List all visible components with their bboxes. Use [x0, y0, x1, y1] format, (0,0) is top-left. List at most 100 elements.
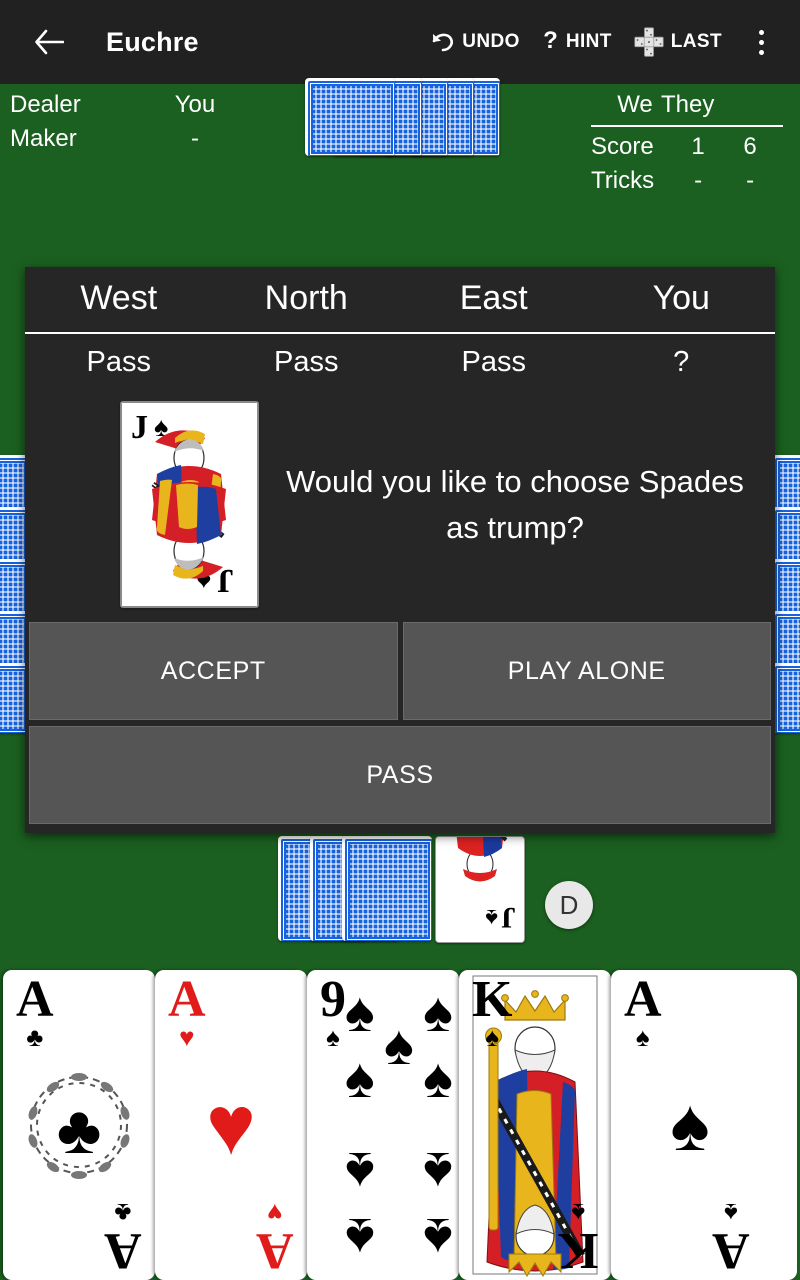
bidding-dialog: West North East You Pass Pass Pass ? J ♠… — [25, 267, 775, 833]
dealer-value: You — [174, 91, 216, 118]
hint-label: HINT — [565, 31, 612, 52]
dealer-label: Dealer — [10, 91, 81, 118]
more-vertical-icon[interactable] — [744, 20, 778, 64]
card-suit-icon: ♠ — [326, 1022, 340, 1052]
svg-text:♣: ♣ — [57, 1092, 102, 1168]
card-back — [772, 663, 800, 733]
dealer-row: Dealer You — [10, 88, 235, 122]
card-back — [342, 836, 432, 941]
card-rank: K — [472, 971, 513, 1028]
card-back — [0, 663, 28, 733]
card-suit-icon: ♥ — [267, 1198, 283, 1228]
accept-button[interactable]: ACCEPT — [29, 622, 398, 720]
app-bar: Euchre UNDO ? HINT LAST — [0, 0, 800, 84]
card-corner-index-bottom: A ♥ — [256, 1198, 294, 1279]
svg-text:J: J — [131, 409, 148, 446]
card-corner-index-bottom: A ♣ — [104, 1198, 142, 1279]
card-pip: ♠ — [384, 1013, 414, 1076]
svg-text:J: J — [501, 901, 516, 934]
hand-card-king-spades[interactable]: K ♠ K ♠ — [459, 970, 611, 1280]
last-trick-button[interactable]: LAST — [634, 27, 722, 57]
card-suit-icon: ♠ — [570, 1198, 585, 1228]
card-rank: A — [168, 971, 206, 1028]
bid-value-north: Pass — [274, 346, 339, 378]
page-title: Euchre — [106, 26, 199, 57]
bid-header-row: West North East You — [25, 267, 775, 333]
card-corner-index: A ♠ — [624, 971, 662, 1052]
bid-value-west: Pass — [86, 346, 151, 378]
card-rank: A — [712, 1222, 750, 1279]
svg-text:?: ? — [543, 29, 558, 54]
score-we-value: 1 — [691, 133, 705, 160]
dealer-chip: D — [545, 881, 593, 929]
hand-card-ace-clubs[interactable]: A ♣ ♣ A ♣ — [3, 970, 155, 1280]
card-suit-icon: ♠ — [485, 1022, 500, 1052]
card-corner-index: 9 ♠ — [320, 971, 346, 1052]
card-suit-icon: ♣ — [26, 1022, 44, 1052]
card-pip-layout: ♠ ♠ ♠ ♠ ♠ ♠ ♠ ♠ ♠ — [345, 980, 453, 1271]
card-suit-icon: ♠ — [724, 1198, 739, 1228]
card-pip: ♠ — [345, 1046, 375, 1109]
card-corner-index: K ♠ — [472, 971, 513, 1052]
undo-label: UNDO — [462, 31, 520, 52]
back-arrow-icon[interactable] — [27, 20, 71, 64]
card-pip: ♠ — [345, 980, 375, 1043]
bid-player-north: North — [264, 279, 348, 317]
score-label: Score — [591, 133, 654, 160]
card-center-pip: ♠ — [670, 1083, 710, 1166]
hand-card-ace-spades[interactable]: A ♠ ♠ A ♠ — [611, 970, 797, 1280]
card-pip: ♠ — [423, 980, 453, 1043]
trump-candidate-card: J ♠ J ♠ — [120, 401, 259, 608]
tricks-label: Tricks — [591, 167, 655, 194]
bid-value-east: Pass — [461, 346, 526, 378]
card-rank: A — [256, 1222, 294, 1279]
card-corner-index-bottom: A ♠ — [712, 1198, 750, 1279]
tricks-we-value: - — [694, 167, 703, 194]
maker-label: Maker — [10, 125, 77, 152]
bid-summary-table: West North East You Pass Pass Pass ? — [25, 267, 775, 395]
hand-card-ace-hearts[interactable]: A ♥ ♥ A ♥ — [155, 970, 307, 1280]
bid-player-west: West — [80, 279, 158, 317]
euchre-game-screen: Euchre UNDO ? HINT LAST Dealer You Maker… — [0, 0, 800, 1280]
up-card[interactable]: J ♠ ♠ — [435, 836, 525, 943]
hand-card-nine-spades[interactable]: 9 ♠ ♠ ♠ ♠ ♠ ♠ ♠ ♠ ♠ ♠ — [307, 970, 459, 1280]
scoreboard-col-we: We — [617, 91, 653, 118]
card-back — [305, 78, 395, 156]
card-suit-icon: ♣ — [114, 1198, 132, 1228]
dealer-info-panel: Dealer You Maker - — [10, 88, 235, 156]
undo-button[interactable]: UNDO — [430, 31, 520, 53]
bid-dialog-body: J ♠ J ♠ Would you like to choose Spades … — [25, 395, 775, 622]
pass-button[interactable]: PASS — [29, 726, 771, 824]
bid-player-east: East — [459, 279, 528, 317]
club-wreath-icon: ♣ — [28, 1073, 130, 1179]
maker-value: - — [191, 125, 199, 152]
bid-question-text: Would you like to choose Spades as trump… — [286, 463, 744, 545]
card-pip: ♠ — [345, 1141, 375, 1204]
card-rank: A — [16, 971, 54, 1028]
card-pip: ♠ — [345, 1207, 375, 1270]
score-row: Score 1 6 — [591, 130, 776, 164]
scoreboard-header-row: We They — [591, 88, 714, 124]
card-pip: ♠ — [423, 1141, 453, 1204]
play-alone-button[interactable]: PLAY ALONE — [402, 622, 771, 720]
dealer-chip-label: D — [559, 889, 579, 920]
player-hand: A ♣ ♣ A ♣ A ♥ ♥ A ♥ 9 ♠ ♠ ♠ ♠ ♠ ♠ ♠ ♠ ♠ … — [0, 970, 800, 1280]
undo-icon — [430, 31, 455, 53]
north-hand — [305, 78, 500, 156]
svg-text:♠: ♠ — [485, 904, 498, 931]
card-rank: A — [624, 971, 662, 1028]
bid-player-you: You — [652, 279, 710, 317]
scoreboard-col-they: They — [661, 91, 715, 118]
bid-value-you: ? — [673, 346, 690, 378]
scoreboard-divider — [591, 125, 783, 127]
scoreboard: We They Score 1 6 Tricks - - — [591, 88, 783, 198]
card-rank: 9 — [320, 971, 346, 1028]
card-suit-icon: ♠ — [635, 1022, 650, 1052]
question-mark-icon: ? — [542, 29, 559, 55]
card-pip: ♠ — [423, 1207, 453, 1270]
hint-button[interactable]: ? HINT — [542, 29, 612, 55]
tricks-they-value: - — [746, 167, 755, 194]
last-trick-cards-icon — [634, 27, 664, 57]
card-center-pip: ♥ — [206, 1078, 256, 1172]
last-trick-label: LAST — [670, 31, 722, 52]
